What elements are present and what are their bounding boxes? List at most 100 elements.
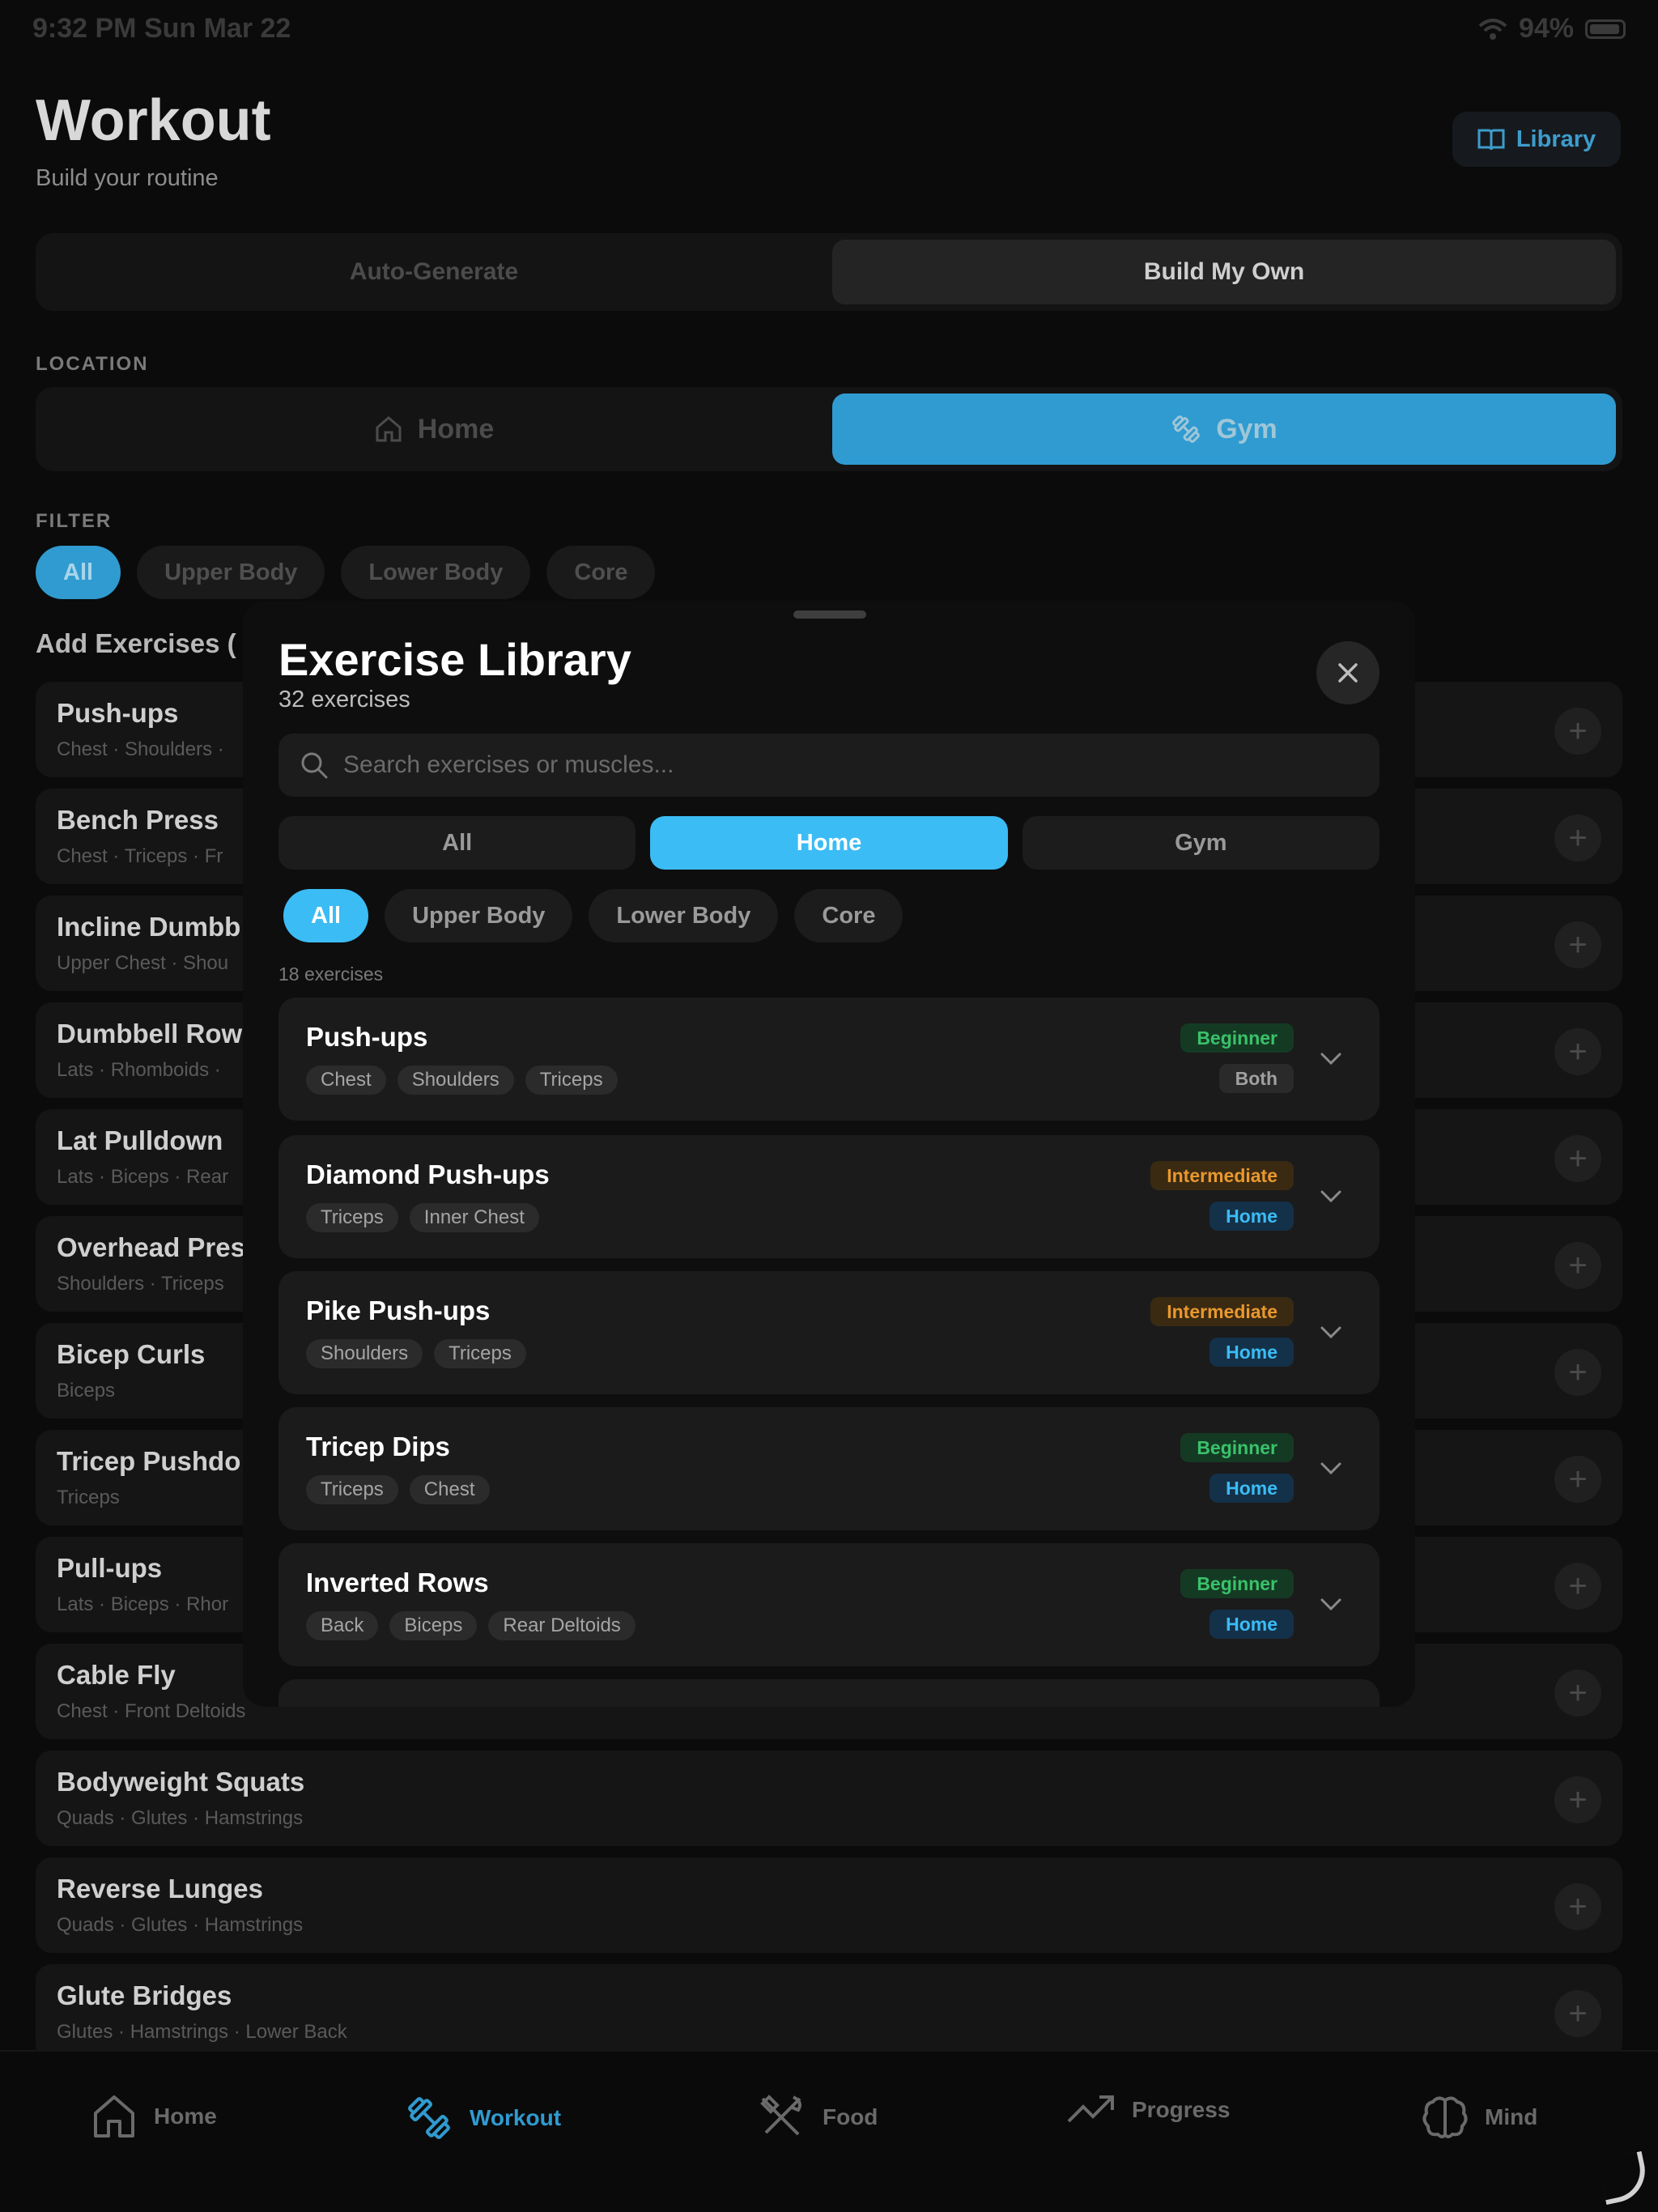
add-exercise-button[interactable]: + [1554,1456,1601,1503]
filter-chip-lower-body[interactable]: Lower Body [341,546,531,599]
dumbbell-icon [1172,415,1201,443]
exercise-name: Dumbbell Row [57,1019,243,1049]
status-time: 9:32 PM Sun Mar 22 [32,13,291,44]
add-exercise-button[interactable]: + [1554,1242,1601,1289]
difficulty-badge: Intermediate [1150,1161,1294,1190]
sheet-location-home[interactable]: Home [650,816,1008,870]
exercise-row[interactable]: Bodyweight Squats Quads · Glutes · Hamstr… [36,1750,1622,1846]
chevron-down-icon[interactable] [1316,1454,1346,1483]
tab-build-my-own[interactable]: Build My Own [832,240,1616,304]
exercise-card-name: Pike Push-ups [306,1295,491,1325]
add-exercise-button[interactable]: + [1554,1776,1601,1823]
muscle-tags: Back Biceps Rear Deltoids [306,1611,636,1640]
location-label: LOCATION [36,353,149,375]
exercise-muscles: Quads · Glutes · Hamstrings [57,1914,304,1936]
close-icon [1338,663,1358,683]
exercise-card[interactable] [278,1679,1380,1707]
filter-chip-all[interactable]: All [36,546,121,599]
location-badge: Home [1209,1338,1294,1367]
muscle-tag: Back [306,1611,379,1640]
muscle-tag: Triceps [434,1339,526,1368]
tab-home[interactable]: Home [91,2094,217,2139]
location-badge: Home [1209,1202,1294,1231]
add-exercise-button[interactable]: + [1554,1990,1601,2037]
sheet-location-all[interactable]: All [278,816,636,870]
exercise-card[interactable]: Tricep Dips Triceps Chest Beginner Home [278,1407,1380,1530]
tab-food[interactable]: Food [758,2094,878,2141]
sheet-grabber[interactable] [793,610,866,619]
filter-chip-core[interactable]: Core [546,546,656,599]
status-right: 94% [1478,13,1626,45]
muscle-tag: Triceps [306,1475,398,1504]
exercise-card[interactable]: Pike Push-ups Shoulders Triceps Intermed… [278,1271,1380,1394]
category-chip-upper-body[interactable]: Upper Body [385,889,573,942]
exercise-row[interactable]: Glute Bridges Glutes · Hamstrings · Lower… [36,1964,1622,2060]
battery-icon [1585,19,1626,39]
tab-workout[interactable]: Workout [405,2094,561,2142]
exercise-muscles: Glutes · Hamstrings · Lower Back [57,2021,347,2043]
add-exercise-button[interactable]: + [1554,708,1601,755]
search-field[interactable] [278,734,1380,797]
library-button[interactable]: Library [1452,112,1621,167]
exercise-name: Incline Dumbb [57,912,241,942]
chevron-down-icon[interactable] [1316,1182,1346,1211]
add-exercise-button[interactable]: + [1554,1883,1601,1930]
add-exercise-button[interactable]: + [1554,1670,1601,1716]
exercise-name: Pull-ups [57,1553,163,1583]
tab-bar: Home Workout Food Progress Mind [0,2050,1658,2212]
house-icon [94,2095,134,2138]
muscle-tag: Triceps [525,1066,618,1095]
tab-auto-generate[interactable]: Auto-Generate [42,240,826,304]
add-exercise-button[interactable]: + [1554,1135,1601,1182]
exercise-name: Bicep Curls [57,1339,206,1369]
add-exercise-button[interactable]: + [1554,1028,1601,1075]
add-exercise-button[interactable]: + [1554,815,1601,861]
muscle-tag: Rear Deltoids [488,1611,636,1640]
filter-chip-upper-body[interactable]: Upper Body [137,546,325,599]
exercise-muscles: Upper Chest · Shou [57,952,229,974]
category-chip-lower-body[interactable]: Lower Body [589,889,779,942]
sheet-location-tabs: All Home Gym [278,816,1380,870]
exercise-row[interactable]: Reverse Lunges Quads · Glutes · Hamstring… [36,1857,1622,1953]
tab-mind[interactable]: Mind [1422,2094,1537,2141]
search-input[interactable] [343,751,1315,779]
exercise-muscles: Shoulders · Triceps [57,1273,224,1295]
brain-icon [1422,2096,1468,2138]
exercise-name: Cable Fly [57,1660,176,1690]
exercise-name: Overhead Pres [57,1232,245,1262]
location-home-option[interactable]: Home [42,393,826,465]
add-exercise-button[interactable]: + [1554,1349,1601,1396]
add-exercise-button[interactable]: + [1554,921,1601,968]
category-chip-all[interactable]: All [283,889,369,942]
chevron-down-icon[interactable] [1316,1590,1346,1619]
add-exercise-button[interactable]: + [1554,1563,1601,1610]
exercise-name: Reverse Lunges [57,1874,263,1904]
exercise-card[interactable]: Diamond Push-ups Triceps Inner Chest Int… [278,1135,1380,1258]
tab-progress[interactable]: Progress [1067,2094,1230,2126]
status-bar: 9:32 PM Sun Mar 22 94% [0,0,1658,60]
location-badge: Both [1218,1064,1294,1093]
exercise-card[interactable]: Push-ups Chest Shoulders Triceps Beginne… [278,998,1380,1121]
difficulty-badge: Beginner [1180,1023,1294,1053]
close-button[interactable] [1316,641,1380,704]
location-gym-option[interactable]: Gym [832,393,1616,465]
chevron-down-icon[interactable] [1316,1318,1346,1347]
muscle-tag: Chest [409,1475,490,1504]
utensils-icon [760,2095,801,2136]
exercise-card-name: Push-ups [306,1022,428,1052]
category-chip-core[interactable]: Core [794,889,903,942]
exercise-name: Glute Bridges [57,1980,232,2010]
exercise-muscles: Triceps [57,1487,120,1508]
page-subtitle: Build your routine [36,165,219,191]
chevron-down-icon[interactable] [1316,1044,1346,1074]
tab-mind-label: Mind [1485,2104,1538,2129]
exercise-card[interactable]: Inverted Rows Back Biceps Rear Deltoids … [278,1543,1380,1666]
muscle-tags: Shoulders Triceps [306,1339,526,1368]
muscle-tag: Triceps [306,1203,398,1232]
location-badge: Home [1209,1474,1294,1503]
sheet-location-gym[interactable]: Gym [1022,816,1380,870]
difficulty-badge: Beginner [1180,1433,1294,1462]
exercise-muscles: Chest · Triceps · Fr [57,845,223,867]
exercise-muscles: Biceps [57,1380,116,1402]
exercise-card-name: Inverted Rows [306,1568,489,1597]
